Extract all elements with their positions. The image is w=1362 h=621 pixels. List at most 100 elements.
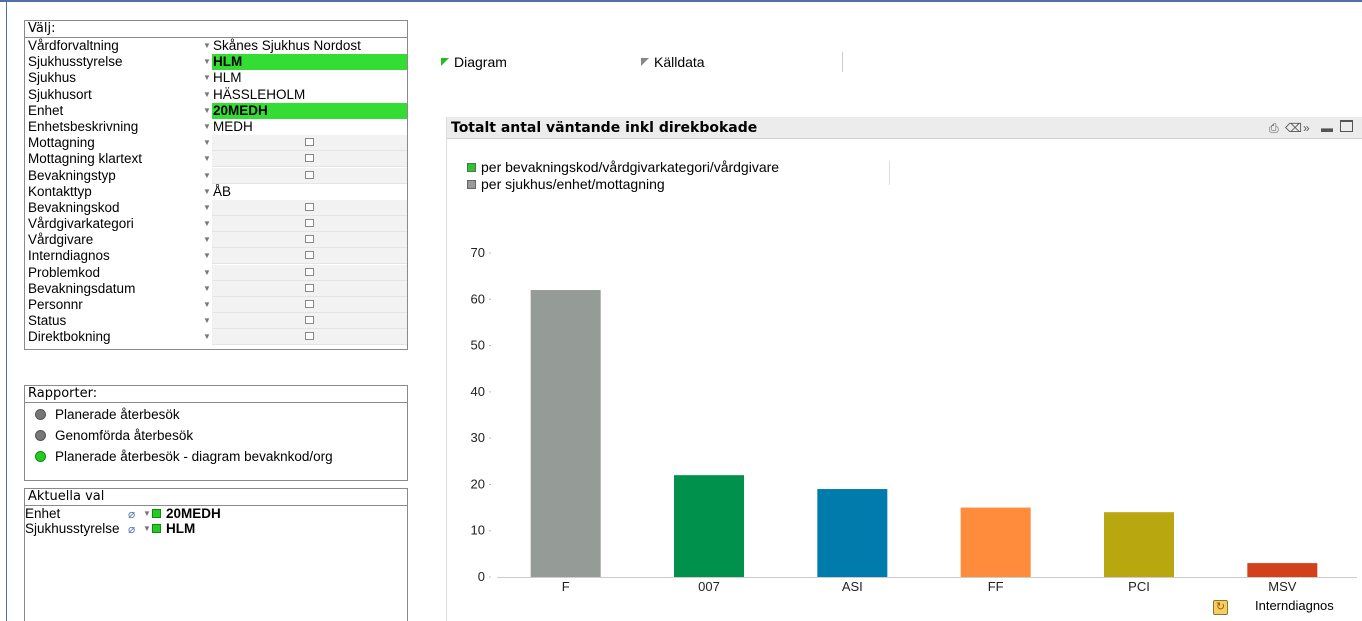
valj-row[interactable]: Direktbokning ▼: [25, 329, 407, 346]
valj-row[interactable]: Bevakningskod ▼: [25, 199, 407, 216]
x-tick-label: ASI: [842, 579, 863, 594]
valj-row[interactable]: Sjukhus ▼ HLM: [25, 70, 407, 86]
valj-field-label: Vårdgivarkategori: [28, 216, 134, 232]
valj-row[interactable]: Interndiagnos ▼: [25, 248, 407, 265]
valj-field-value[interactable]: HÄSSLEHOLM: [212, 87, 407, 103]
valj-field-value[interactable]: [212, 167, 407, 184]
valj-row[interactable]: Sjukhusort ▼ HÄSSLEHOLM: [25, 87, 407, 103]
valj-field-label: Status: [28, 313, 67, 329]
valj-field-value[interactable]: Skånes Sjukhus Nordost: [212, 38, 407, 54]
valj-field-value[interactable]: [212, 297, 407, 313]
empty-checkbox-icon: [305, 154, 314, 163]
x-tick-label: F: [562, 579, 570, 594]
valj-field-label: Bevakningsdatum: [28, 280, 136, 296]
rapport-item[interactable]: Genomförda återbesök: [25, 425, 407, 446]
y-tick-label: 0: [478, 569, 485, 584]
tab-separator: [842, 52, 843, 72]
gray-dot-icon: [35, 430, 46, 441]
tab-diagram[interactable]: Diagram: [441, 54, 507, 70]
valj-field-value[interactable]: ÅB: [212, 184, 407, 200]
selected-square-icon: [152, 524, 161, 533]
valj-row[interactable]: Status ▼: [25, 313, 407, 330]
empty-checkbox-icon: [305, 267, 314, 276]
aktuella-val-title: Aktuella val: [25, 489, 407, 506]
y-tick-label: 20: [471, 476, 485, 491]
valj-field-value[interactable]: [212, 216, 407, 233]
empty-checkbox-icon: [305, 332, 314, 341]
valj-field-label: Sjukhus: [28, 70, 77, 86]
valj-field-value[interactable]: [212, 329, 407, 346]
valj-field-value[interactable]: [212, 313, 407, 330]
rapport-item[interactable]: Planerade återbesök: [25, 404, 407, 425]
valj-row[interactable]: Vårdforvaltning ▼ Skånes Sjukhus Nordost: [25, 38, 407, 54]
valj-row[interactable]: Mottagning klartext ▼: [25, 151, 407, 168]
tab-kalldata[interactable]: Källdata: [641, 54, 705, 70]
aktuella-value: HLM: [166, 521, 196, 536]
rapport-item[interactable]: Planerade återbesök - diagram bevaknkod/…: [25, 446, 407, 467]
valj-field-label: Mottagning: [28, 135, 95, 151]
chart-panel: Totalt antal väntande inkl direkbokade ⎙…: [446, 117, 1362, 621]
valj-row[interactable]: Kontakttyp ▼ ÅB: [25, 184, 407, 200]
x-tick-label: FF: [988, 579, 1004, 594]
valj-row[interactable]: Enhetsbeskrivning ▼ MEDH: [25, 119, 407, 135]
valj-field-label: Kontakttyp: [28, 183, 92, 199]
green-dot-icon: [35, 451, 46, 462]
valj-field-label: Interndiagnos: [28, 248, 110, 264]
dropdown-arrow-icon[interactable]: ▼: [143, 521, 151, 536]
x-axis-title: Interndiagnos: [1255, 598, 1334, 613]
bar-msv[interactable]: [1247, 563, 1318, 577]
valj-field-value[interactable]: [212, 248, 407, 265]
valj-field-value[interactable]: [212, 280, 407, 297]
empty-checkbox-icon: [305, 138, 314, 147]
window-left-border: [6, 2, 7, 621]
valj-field-label: Personnr: [28, 297, 83, 312]
empty-checkbox-icon: [305, 235, 314, 244]
valj-field-value[interactable]: MEDH: [212, 119, 407, 135]
rapporter-list: Planerade återbesök Genomförda återbesök P…: [25, 403, 407, 467]
valj-field-label: Bevakningstyp: [28, 167, 116, 183]
valj-field-value[interactable]: [212, 232, 407, 249]
bar-asi[interactable]: [817, 489, 888, 577]
valj-row[interactable]: Sjukhusstyrelse ▼ HLM: [25, 54, 407, 71]
bar-f[interactable]: [530, 290, 601, 577]
valj-title: Välj:: [25, 21, 407, 38]
valj-row[interactable]: Bevakningstyp ▼: [25, 167, 407, 184]
empty-checkbox-icon: [305, 251, 314, 260]
valj-row[interactable]: Bevakningsdatum ▼: [25, 280, 407, 297]
aktuella-val-row[interactable]: Sjukhusstyrelse ⌀ ▼ HLM: [25, 521, 407, 536]
empty-checkbox-icon: [305, 283, 314, 292]
aktuella-val-row[interactable]: Enhet ⌀ ▼ 20MEDH: [25, 506, 407, 521]
bar-ff[interactable]: [960, 507, 1031, 577]
reload-icon[interactable]: ↻: [1213, 600, 1228, 615]
valj-field-value[interactable]: 20MEDH: [212, 102, 407, 119]
x-tick-label: 007: [698, 579, 720, 594]
valj-field-value[interactable]: [212, 264, 407, 281]
valj-row[interactable]: Enhet ▼ 20MEDH: [25, 102, 407, 119]
valj-row[interactable]: Personnr ▼: [25, 297, 407, 313]
eraser-icon[interactable]: ⌀: [128, 523, 135, 535]
valj-row[interactable]: Mottagning ▼: [25, 135, 407, 152]
green-flag-icon: [441, 58, 449, 66]
valj-field-value[interactable]: HLM: [212, 70, 407, 86]
eraser-icon[interactable]: ⌀: [128, 508, 135, 520]
y-tick-label: 50: [471, 338, 485, 353]
aktuella-field: Enhet: [25, 506, 61, 521]
dropdown-arrow-icon[interactable]: ▼: [143, 506, 151, 521]
bar-pci[interactable]: [1104, 512, 1174, 577]
valj-field-value[interactable]: [212, 135, 407, 152]
tab-kalldata-label: Källdata: [654, 54, 705, 70]
rapport-label: Planerade återbesök - diagram bevaknkod/…: [55, 449, 333, 464]
valj-field-value[interactable]: [212, 151, 407, 168]
valj-field-value[interactable]: [212, 199, 407, 216]
valj-field-label: Vårdgivare: [28, 232, 94, 248]
valj-field-value[interactable]: HLM: [212, 54, 407, 71]
y-tick-label: 60: [471, 291, 485, 306]
valj-row[interactable]: Problemkod ▼: [25, 264, 407, 281]
valj-field-label: Bevakningskod: [28, 199, 120, 215]
valj-row[interactable]: Vårdgivarkategori ▼: [25, 216, 407, 233]
bar-007[interactable]: [674, 475, 744, 577]
rapport-label: Planerade återbesök: [55, 407, 180, 422]
rapporter-box: Rapporter: Planerade återbesök Genomförda…: [24, 385, 408, 481]
valj-row[interactable]: Vårdgivare ▼: [25, 232, 407, 249]
aktuella-value: 20MEDH: [166, 506, 221, 521]
